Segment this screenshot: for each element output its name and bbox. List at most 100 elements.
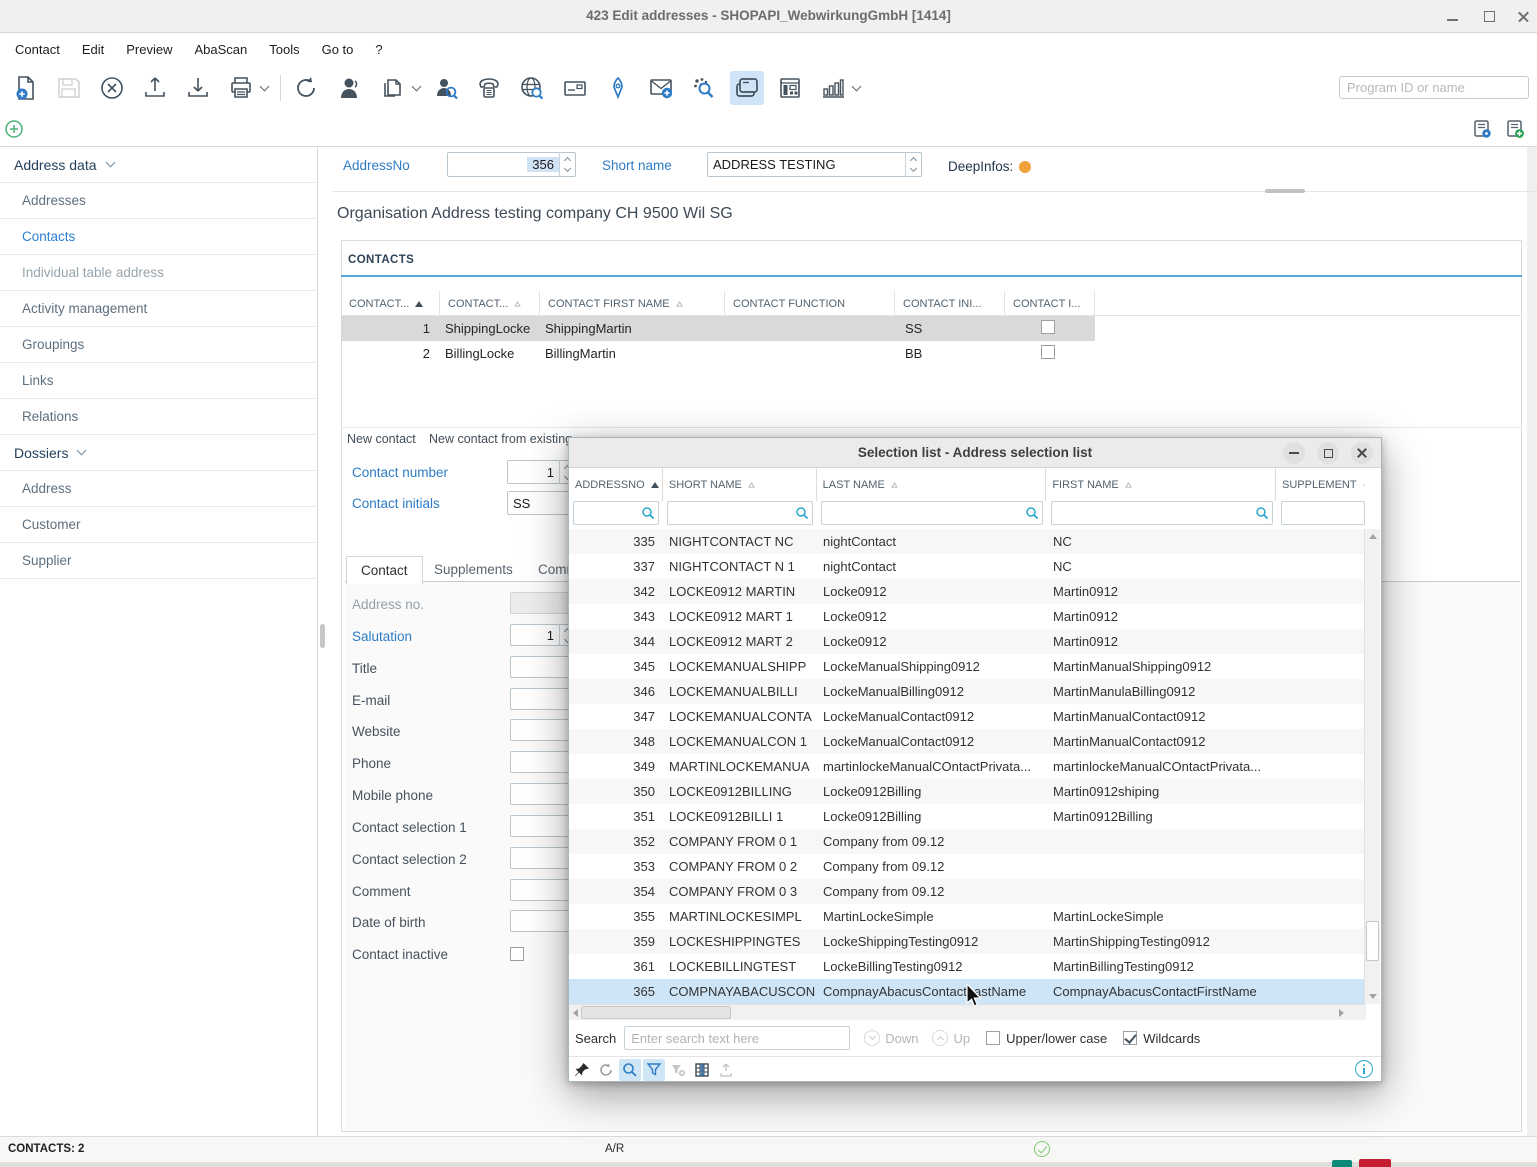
search-down-icon[interactable] [864,1030,880,1046]
address-row[interactable]: 348 LOCKEMANUALCON 1 LockeManualContact0… [569,729,1366,754]
filter-input-first-name[interactable] [1051,501,1273,525]
phone-icon[interactable] [472,71,506,105]
table-row[interactable]: 1 ShippingLocke ShippingMartin SS [341,316,1095,341]
sidebar-item[interactable]: Groupings [0,327,317,363]
address-row[interactable]: 342 LOCKE0912 MARTIN Locke0912 Martin091… [569,579,1366,604]
column-header-short-name[interactable]: SHORT NAME [663,468,817,501]
tray-icon-red[interactable] [1359,1159,1391,1167]
new-contact-from-existing-button[interactable]: New contact from existing [429,432,572,446]
sidebar-item[interactable]: Address [0,471,317,507]
copy-dropdown-chevron-icon[interactable] [412,82,422,92]
add-circle-icon[interactable] [5,120,23,143]
column-header-contact-first-name[interactable]: CONTACT FIRST NAME [540,291,725,316]
filter-input-short-name[interactable] [667,501,813,525]
scroll-down-icon[interactable] [1369,994,1377,999]
menu-contact[interactable]: Contact [4,33,71,66]
dialog-search-input[interactable] [624,1026,850,1050]
address-row[interactable]: 346 LOCKEMANUALBILLI LockeManualBilling0… [569,679,1366,704]
export-icon[interactable] [715,1059,737,1081]
filter-remove-icon[interactable] [667,1059,689,1081]
grid-icon[interactable] [691,1059,713,1081]
sidebar-item[interactable]: Individual table address [0,255,317,291]
new-contact-button[interactable]: New contact [347,432,416,446]
menu-help[interactable]: ? [364,33,393,66]
dialog-close-button[interactable] [1351,442,1373,464]
vertical-scrollbar-thumb[interactable] [1366,921,1379,961]
program-settings-icon[interactable] [1473,120,1492,144]
contact-inactive-checkbox[interactable] [1041,345,1055,359]
pin-icon[interactable] [571,1059,593,1081]
sidebar-item[interactable]: Activity management [0,291,317,327]
tab-contact[interactable]: Contact [346,556,423,584]
address-row[interactable]: 347 LOCKEMANUALCONTA LockeManualContact0… [569,704,1366,729]
sidebar-section-dossiers[interactable]: Dossiers [0,435,317,471]
window-minimize-button[interactable] [1445,9,1461,25]
contact-number-input[interactable]: 1 [507,460,560,484]
sidebar-item[interactable]: Customer [0,507,317,543]
horizontal-scrollbar-thumb[interactable] [581,1006,731,1019]
address-row[interactable]: 353 COMPANY FROM 0 2 Company from 09.12 [569,854,1366,879]
column-header-contact-last[interactable]: CONTACT... [440,291,540,316]
address-row[interactable]: 349 MARTINLOCKEMANUA martinlockeManualCO… [569,754,1366,779]
refresh-icon[interactable] [290,71,324,105]
menu-edit[interactable]: Edit [71,33,115,66]
program-add-icon[interactable] [1506,120,1525,144]
import-icon[interactable] [181,71,215,105]
salutation-input[interactable]: 1 [510,624,560,646]
shortname-spinner[interactable] [905,152,922,177]
sidebar-item[interactable]: Relations [0,399,317,435]
info-icon[interactable] [1355,1060,1373,1078]
print-icon[interactable] [224,71,258,105]
upper-lower-case-checkbox[interactable] [986,1031,1000,1045]
copy-document-icon[interactable] [376,71,410,105]
column-header-contact-inactive[interactable]: CONTACT I... [1005,291,1095,316]
chart-dropdown-chevron-icon[interactable] [852,82,862,92]
filter-icon[interactable] [643,1059,665,1081]
content-scrollbar-thumb[interactable] [320,624,325,648]
table-row[interactable]: 2 BillingLocke BillingMartin BB [341,341,1095,366]
dialog-maximize-button[interactable] [1317,442,1339,464]
program-search-input[interactable] [1339,76,1529,99]
address-row[interactable]: 352 COMPANY FROM 0 1 Company from 09.12 [569,829,1366,854]
addressno-spinner[interactable] [559,152,576,177]
column-header-addressno[interactable]: ADDRESSNO [569,468,663,501]
dialog-titlebar[interactable]: Selection list - Address selection list [569,438,1381,468]
settings-search-icon[interactable] [687,71,721,105]
addressno-input[interactable]: 356 [447,152,560,177]
print-dropdown-chevron-icon[interactable] [260,82,270,92]
dialog-minimize-button[interactable] [1283,442,1305,464]
column-header-contact-no[interactable]: CONTACT... [341,291,440,316]
new-document-icon[interactable] [9,71,43,105]
search-icon[interactable] [619,1059,641,1081]
archive-window-icon[interactable] [730,71,764,105]
column-header-contact-initials[interactable]: CONTACT INI... [895,291,1005,316]
export-icon[interactable] [138,71,172,105]
wildcards-checkbox[interactable] [1123,1031,1137,1045]
pen-filter-icon[interactable] [601,71,635,105]
address-row[interactable]: 359 LOCKESHIPPINGTES LockeShippingTestin… [569,929,1366,954]
menu-abascan[interactable]: AbaScan [183,33,258,66]
column-header-supplement[interactable]: SUPPLEMENT [1276,468,1365,501]
save-icon[interactable] [52,71,86,105]
menu-tools[interactable]: Tools [258,33,310,66]
scroll-up-icon[interactable] [1369,534,1377,539]
cancel-icon[interactable] [95,71,129,105]
address-row[interactable]: 337 NIGHTCONTACT N 1 nightContact NC [569,554,1366,579]
address-row[interactable]: 351 LOCKE0912BILLI 1 Locke0912Billing Ma… [569,804,1366,829]
contact-initials-input[interactable]: SS [507,491,577,515]
sidebar-item[interactable]: Supplier [0,543,317,579]
scroll-left-icon[interactable] [573,1009,578,1017]
address-card-icon[interactable] [558,71,592,105]
refresh-icon[interactable] [595,1059,617,1081]
scroll-right-icon[interactable] [1339,1009,1344,1017]
address-row[interactable]: 335 NIGHTCONTACT NC nightContact NC [569,529,1366,554]
address-row[interactable]: 344 LOCKE0912 MART 2 Locke0912 Martin091… [569,629,1366,654]
address-row[interactable]: 343 LOCKE0912 MART 1 Locke0912 Martin091… [569,604,1366,629]
address-row[interactable]: 361 LOCKEBILLINGTEST LockeBillingTesting… [569,954,1366,979]
chart-icon[interactable] [816,71,850,105]
contact-person-icon[interactable] [333,71,367,105]
sidebar-item[interactable]: Links [0,363,317,399]
address-row[interactable]: 350 LOCKE0912BILLING Locke0912Billing Ma… [569,779,1366,804]
address-row[interactable]: 355 MARTINLOCKESIMPL MartinLockeSimple M… [569,904,1366,929]
sidebar-item[interactable]: Contacts [0,219,317,255]
